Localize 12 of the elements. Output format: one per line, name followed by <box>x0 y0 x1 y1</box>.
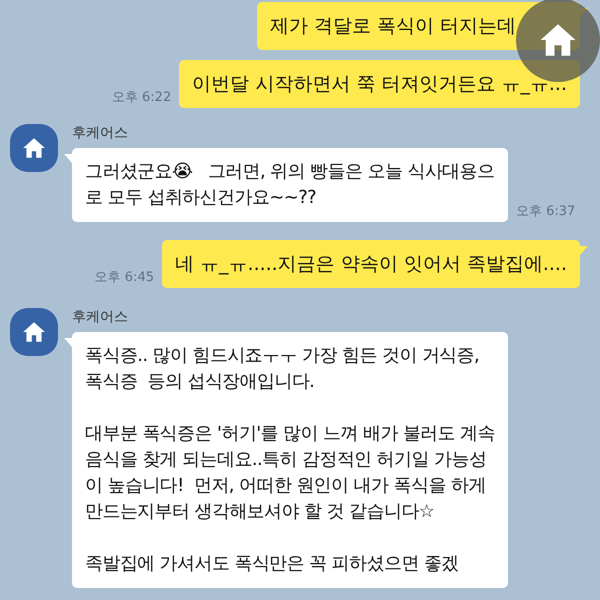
avatar-icon <box>10 308 58 356</box>
sender-name: 후케어스 <box>72 308 129 326</box>
message-bubble: 폭식증.. 많이 힘드시죠ㅜㅜ 가장 힘든 것이 거식증, 폭식증 등의 섭식장애입니다. 대부분 폭식증은 '허기'를 많이 느껴 배가 불러도 계속 음식을 찾게 되는데요..특히 감정적인 허기일 가능성이 높습니다! 먼저, 어떠한 원인이 내가 폭식을 하게 만드는지부터 생각해보셔야 할 것 같습니다☆ 족발집에 가셔서도 폭식만은 꼭 피하셨으면 좋겠 <box>72 332 508 588</box>
message-bubble: 그러셨군요😭 그러면, 위의 빵들은 오늘 식사대용으로 모두 섭취하신건가요~~?? <box>72 148 508 222</box>
timestamp: 오후 6:37 <box>516 203 576 221</box>
avatar-icon <box>10 124 58 172</box>
timestamp: 오후 6:22 <box>112 89 172 107</box>
message-bubble: 이번달 시작하면서 쭉 터져잇거든요 ㅠ_ㅠ... <box>179 60 580 108</box>
bubble-tail <box>580 246 588 255</box>
message-bubble: 네 ㅠ_ㅠ.....지금은 약속이 잇어서 족발집에.... <box>162 240 580 288</box>
sender-name: 후케어스 <box>72 124 129 142</box>
timestamp: 오후 6:45 <box>94 269 154 287</box>
